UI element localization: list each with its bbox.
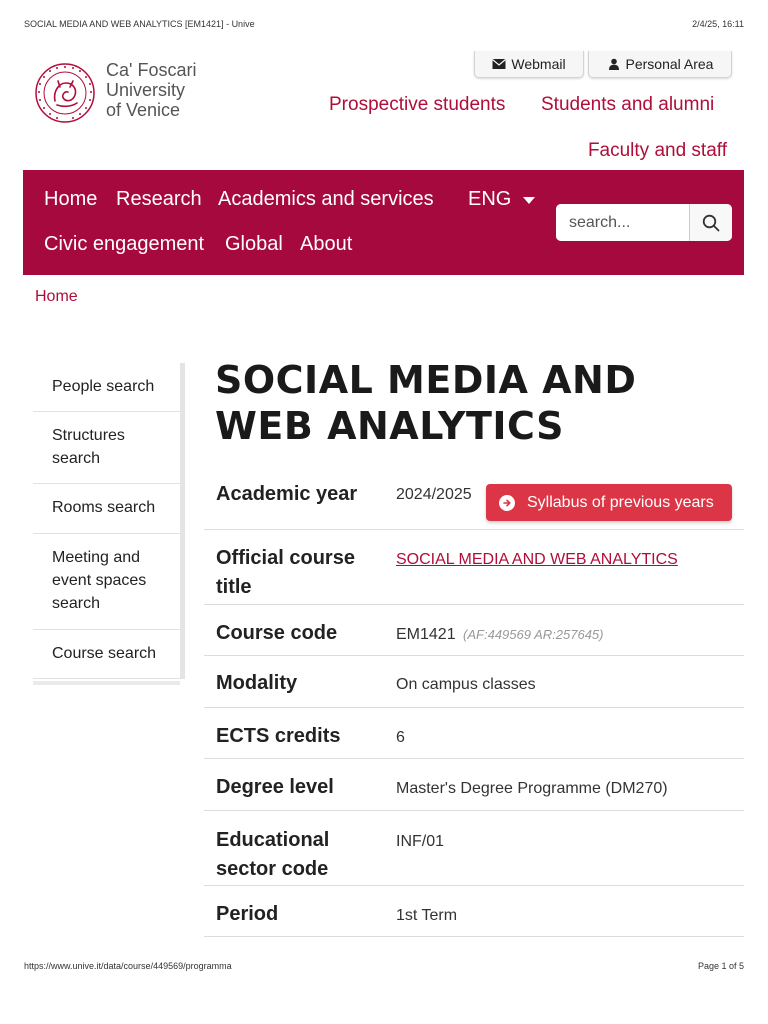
sector-code-value: INF/01 xyxy=(396,833,445,850)
syllabus-previous-years-label: Syllabus of previous years xyxy=(527,493,714,511)
language-label: ENG xyxy=(468,188,512,210)
search-icon xyxy=(702,214,720,231)
course-info-table: Academic year 2024/2025 Syllabus of prev… xyxy=(204,466,744,937)
faculty-staff-link[interactable]: Faculty and staff xyxy=(588,140,727,162)
nav-research[interactable]: Research xyxy=(116,188,202,211)
table-row: ECTS credits 6 xyxy=(204,708,744,759)
university-logo[interactable]: Ca' Foscari University of Venice xyxy=(33,58,233,124)
print-page-title: SOCIAL MEDIA AND WEB ANALYTICS [EM1421] … xyxy=(24,19,255,29)
webmail-button[interactable]: Webmail xyxy=(474,51,584,78)
sidebar: People search Structures search Rooms se… xyxy=(33,363,185,685)
academic-year-label: Academic year xyxy=(216,483,358,505)
students-alumni-link[interactable]: Students and alumni xyxy=(541,94,714,116)
caret-down-icon xyxy=(523,197,536,204)
period-label: Period xyxy=(216,903,279,925)
ects-value: 6 xyxy=(396,729,405,746)
nav-about[interactable]: About xyxy=(300,233,352,256)
table-row: Educational sector code INF/01 xyxy=(204,811,744,886)
syllabus-previous-years-button[interactable]: Syllabus of previous years xyxy=(486,484,732,521)
official-title-label: Official course title xyxy=(216,547,355,598)
sidebar-item-rooms-search[interactable]: Rooms search xyxy=(33,484,180,534)
sidebar-item-meeting-spaces-search[interactable]: Meeting and event spaces search xyxy=(33,534,180,630)
sidebar-item-people-search[interactable]: People search xyxy=(33,363,180,412)
university-name-line2: University xyxy=(106,80,186,100)
university-name: Ca' Foscari University of Venice xyxy=(106,60,196,120)
university-name-line1: Ca' Foscari xyxy=(106,60,197,80)
degree-level-value: Master's Degree Programme (DM270) xyxy=(396,780,668,797)
ects-label: ECTS credits xyxy=(216,725,341,747)
search-box xyxy=(556,204,732,241)
language-selector[interactable]: ENG xyxy=(468,188,536,211)
table-row: Period 1st Term xyxy=(204,886,744,937)
user-icon xyxy=(608,58,619,70)
main-navigation: Home Research Academics and services ENG… xyxy=(23,170,744,275)
print-datetime: 2/4/25, 16:11 xyxy=(692,19,744,29)
nav-home[interactable]: Home xyxy=(44,188,97,211)
table-row: Modality On campus classes xyxy=(204,656,744,708)
degree-level-label: Degree level xyxy=(216,776,334,798)
sector-code-label: Educational sector code xyxy=(216,829,330,880)
search-input[interactable] xyxy=(556,204,689,241)
period-value: 1st Term xyxy=(396,907,458,924)
sidebar-item-structures-search[interactable]: Structures search xyxy=(33,412,180,484)
table-row: Official course title SOCIAL MEDIA AND W… xyxy=(204,530,744,605)
nav-civic-engagement[interactable]: Civic engagement xyxy=(44,233,204,256)
course-code: EM1421 xyxy=(396,626,456,643)
table-row: Course code EM1421 (AF:449569 AR:257645) xyxy=(204,605,744,656)
table-row: Degree level Master's Degree Programme (… xyxy=(204,759,744,811)
print-url: https://www.unive.it/data/course/449569/… xyxy=(24,961,232,971)
official-title-value: SOCIAL MEDIA AND WEB ANALYTICS xyxy=(396,550,678,570)
course-code-detail: (AF:449569 AR:257645) xyxy=(463,627,604,642)
nav-global[interactable]: Global xyxy=(225,233,283,256)
modality-value: On campus classes xyxy=(396,676,536,693)
university-name-line3: of Venice xyxy=(106,100,181,120)
course-code-value: EM1421 (AF:449569 AR:257645) xyxy=(396,625,604,645)
print-footer: https://www.unive.it/data/course/449569/… xyxy=(24,961,744,975)
print-header: SOCIAL MEDIA AND WEB ANALYTICS [EM1421] … xyxy=(24,19,744,33)
university-seal-icon xyxy=(35,63,95,123)
table-row: Academic year 2024/2025 Syllabus of prev… xyxy=(204,466,744,530)
prospective-students-link[interactable]: Prospective students xyxy=(329,94,505,116)
academic-year-value: 2024/2025 xyxy=(396,486,472,503)
envelope-icon xyxy=(492,59,507,69)
personal-area-label: Personal Area xyxy=(625,56,714,72)
personal-area-button[interactable]: Personal Area xyxy=(588,51,732,78)
nav-academics-services[interactable]: Academics and services xyxy=(218,188,434,211)
breadcrumb-home[interactable]: Home xyxy=(35,288,78,306)
arrow-right-circle-icon xyxy=(499,494,515,511)
print-page-number: Page 1 of 5 xyxy=(697,961,744,971)
page-title: SOCIAL MEDIA AND WEB ANALYTICS xyxy=(215,358,637,448)
course-code-label: Course code xyxy=(216,622,338,644)
search-button[interactable] xyxy=(689,204,732,241)
official-title-link[interactable]: SOCIAL MEDIA AND WEB ANALYTICS xyxy=(396,551,678,568)
webmail-label: Webmail xyxy=(511,56,566,72)
modality-label: Modality xyxy=(216,672,298,694)
sidebar-item-course-search[interactable]: Course search xyxy=(33,630,180,679)
